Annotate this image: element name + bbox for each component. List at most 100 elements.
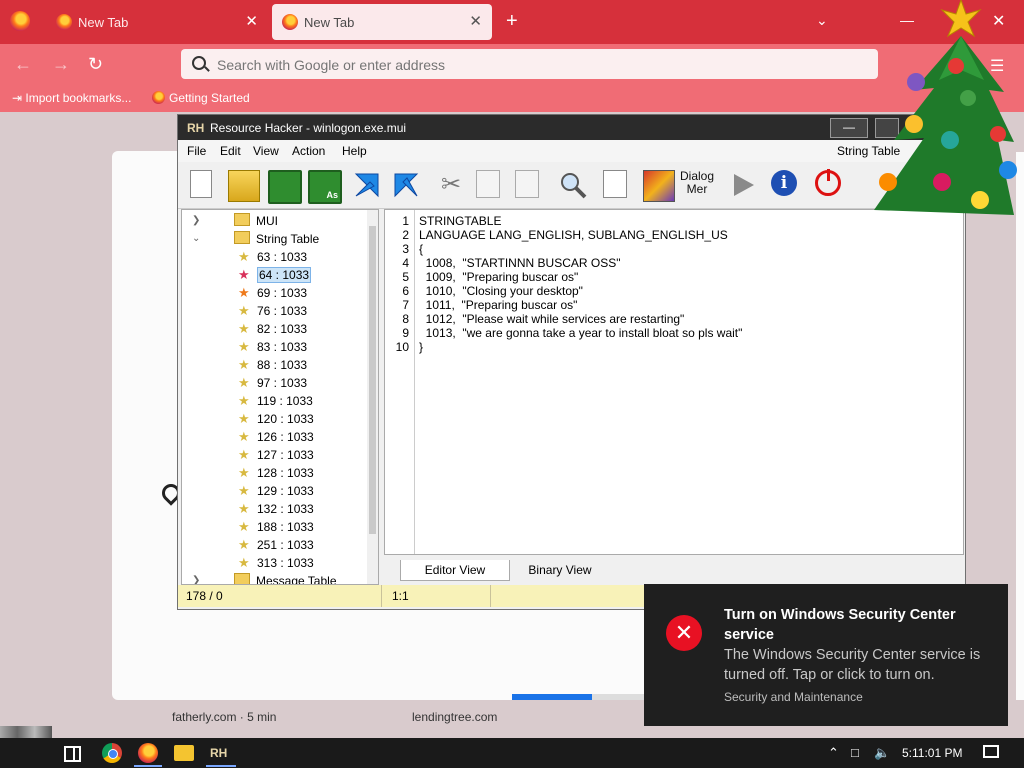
task-view-icon[interactable]: [62, 743, 82, 763]
resource-tree[interactable]: ❯ MUI ⌄ String Table ★ 63 : 1033 ★ 64 : 103…: [181, 209, 379, 585]
save-icon[interactable]: [268, 170, 302, 204]
new-file-icon[interactable]: [190, 170, 212, 198]
title-bar[interactable]: RH Resource Hacker - winlogon.exe.mui —: [178, 115, 965, 140]
tree-label: 88 : 1033: [257, 358, 308, 372]
new-tab-button[interactable]: +: [506, 10, 518, 33]
window-title: Resource Hacker - winlogon.exe.mui: [210, 121, 407, 135]
line-number: 1: [402, 214, 409, 228]
code-line[interactable]: 1012, "Please wait while services are re…: [419, 312, 742, 326]
forward-icon[interactable]: →: [52, 54, 70, 75]
tree-item[interactable]: ★ 132 : 1033: [238, 500, 314, 518]
tree-item[interactable]: ★ 69 : 1033: [238, 284, 307, 302]
tree-item[interactable]: ★ 63 : 1033: [238, 248, 307, 266]
file-explorer-icon[interactable]: [174, 745, 194, 761]
action-center-icon[interactable]: [983, 745, 999, 758]
tree-item[interactable]: ★ 313 : 1033: [238, 554, 314, 572]
code-line[interactable]: 1011, "Preparing buscar os": [419, 298, 742, 312]
bookmark-getting-started[interactable]: Getting Started: [152, 91, 250, 105]
add-image-resource-icon[interactable]: [643, 170, 675, 202]
code-line[interactable]: }: [419, 340, 742, 354]
bookmark-import[interactable]: ⇥ Import bookmarks...: [12, 91, 131, 105]
show-hidden-icons-icon[interactable]: ⌃: [828, 745, 839, 761]
tree-item[interactable]: ★ 119 : 1033: [238, 392, 313, 410]
tree-item[interactable]: ★ 83 : 1033: [238, 338, 307, 356]
tree-item[interactable]: ★ 120 : 1033: [238, 410, 314, 428]
code-line[interactable]: 1013, "we are gonna take a year to insta…: [419, 326, 743, 340]
script-editor[interactable]: 1 2 3 4 5 6 7 8 9 10 STRINGTABLE LANGUAGE LANG_ENG…: [384, 209, 964, 555]
info-icon[interactable]: i: [771, 170, 797, 196]
code-line[interactable]: 1009, "Preparing buscar os": [419, 270, 742, 284]
clock[interactable]: 5:11:01 PM: [902, 746, 962, 760]
expand-icon[interactable]: ❯: [192, 572, 200, 584]
open-file-icon[interactable]: [228, 170, 260, 202]
tree-item[interactable]: ★ 88 : 1033: [238, 356, 307, 374]
security-notification[interactable]: ✕ Turn on Windows Security Center servic…: [644, 584, 1008, 726]
story-card[interactable]: fatherly.com · 5 min: [156, 702, 372, 738]
menu-action[interactable]: Action: [292, 144, 325, 158]
cut-icon[interactable]: ✂: [436, 170, 466, 200]
menu-help[interactable]: Help: [342, 144, 367, 158]
go-arrow-icon[interactable]: [391, 170, 421, 200]
firefox-taskbar-icon[interactable]: [138, 743, 158, 763]
code-line[interactable]: LANGUAGE LANG_ENGLISH, SUBLANG_ENGLISH_U…: [419, 228, 742, 242]
close-icon[interactable]: ✕: [245, 12, 258, 30]
list-all-tabs-icon[interactable]: ⌄: [816, 12, 828, 29]
scrollbar-thumb[interactable]: [369, 226, 376, 534]
menu-edit[interactable]: Edit: [220, 144, 241, 158]
menu-file[interactable]: File: [187, 144, 206, 158]
line-number-gutter: 1 2 3 4 5 6 7 8 9 10: [385, 210, 415, 554]
tree-node-message-table[interactable]: ❯ Message Table: [192, 572, 337, 584]
tree-item[interactable]: ★ 127 : 1033: [238, 446, 314, 464]
back-icon[interactable]: ←: [14, 54, 32, 75]
code-area[interactable]: STRINGTABLE LANGUAGE LANG_ENGLISH, SUBLAN…: [419, 214, 742, 354]
code-line[interactable]: {: [419, 242, 742, 256]
find-icon[interactable]: [558, 170, 588, 200]
network-icon[interactable]: □: [851, 745, 859, 760]
tree-label: 129 : 1033: [257, 484, 314, 498]
volume-icon[interactable]: 🔈: [874, 745, 890, 761]
address-bar[interactable]: [181, 49, 878, 79]
code-line[interactable]: STRINGTABLE: [419, 214, 742, 228]
compile-arrow-icon[interactable]: [352, 170, 382, 200]
tree-item[interactable]: ★ 76 : 1033: [238, 302, 307, 320]
tab-new-tab-2[interactable]: New Tab ✕: [272, 4, 492, 40]
tree-item[interactable]: ★ 251 : 1033: [238, 536, 314, 554]
collapse-icon[interactable]: ⌄: [192, 230, 200, 248]
tree-item[interactable]: ★ 82 : 1033: [238, 320, 307, 338]
story-card[interactable]: lendingtree.com: [396, 702, 612, 738]
close-icon[interactable]: ✕: [469, 12, 482, 30]
code-line[interactable]: 1008, "STARTINNN BUSCAR OSS": [419, 256, 742, 270]
tree-label: 126 : 1033: [257, 430, 314, 444]
tab-label: Editor View: [424, 563, 486, 577]
copy-icon[interactable]: [476, 170, 500, 198]
tree-item[interactable]: ★ 126 : 1033: [238, 428, 314, 446]
tree-item[interactable]: ★ 64 : 1033: [238, 266, 312, 284]
vertical-scrollbar[interactable]: [367, 210, 378, 584]
tree-label: 120 : 1033: [257, 412, 314, 426]
code-line[interactable]: 1010, "Closing your desktop": [419, 284, 742, 298]
tree-node-mui[interactable]: ❯ MUI: [192, 212, 278, 230]
tab-editor-view[interactable]: Editor View: [400, 560, 510, 581]
power-icon[interactable]: [815, 169, 841, 196]
minimize-button[interactable]: —: [830, 118, 868, 138]
tree-item[interactable]: ★ 128 : 1033: [238, 464, 314, 482]
tree-node-string-table[interactable]: ⌄ String Table: [192, 230, 319, 248]
resource-hacker-taskbar-icon[interactable]: RH: [210, 743, 234, 763]
reload-icon[interactable]: ↻: [88, 54, 103, 75]
search-input[interactable]: [215, 54, 819, 76]
tab-binary-view[interactable]: Binary View: [508, 560, 612, 580]
add-resource-icon[interactable]: [603, 170, 627, 198]
run-script-icon[interactable]: [728, 170, 758, 200]
tree-item[interactable]: ★ 188 : 1033: [238, 518, 314, 536]
dialog-menu-icon[interactable]: Dialog Mer: [680, 170, 714, 200]
tab-new-tab-1[interactable]: New Tab ✕: [46, 4, 268, 40]
paste-icon[interactable]: [515, 170, 539, 198]
tree-item[interactable]: ★ 97 : 1033: [238, 374, 307, 392]
chrome-icon[interactable]: [102, 743, 122, 763]
menu-view[interactable]: View: [253, 144, 279, 158]
firefox-view-icon[interactable]: [10, 11, 30, 31]
tree-item[interactable]: ★ 129 : 1033: [238, 482, 314, 500]
expand-icon[interactable]: ❯: [192, 212, 200, 230]
folder-open-icon: [234, 231, 250, 244]
save-as-icon[interactable]: As: [308, 170, 342, 204]
